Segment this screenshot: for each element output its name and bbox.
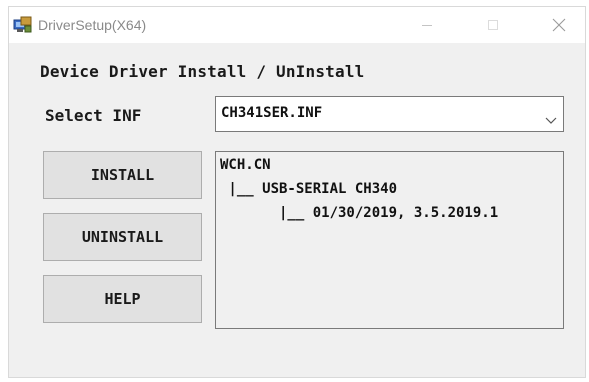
select-inf-label: Select INF: [45, 106, 142, 125]
driver-setup-window: DriverSetup(X64) Device Driver Install /…: [8, 6, 586, 378]
install-button[interactable]: INSTALL: [43, 151, 202, 199]
info-line-vendor: WCH.CN: [220, 157, 271, 173]
inf-selected-value: CH341SER.INF: [221, 105, 323, 121]
driver-setup-icon: [13, 16, 33, 34]
window-title: DriverSetup(X64): [38, 17, 147, 33]
maximize-icon: [488, 20, 498, 30]
minimize-button[interactable]: [404, 7, 450, 43]
section-heading: Device Driver Install / UnInstall: [40, 62, 365, 81]
minimize-icon: [422, 25, 432, 26]
close-button[interactable]: [536, 7, 582, 43]
maximize-button[interactable]: [470, 7, 516, 43]
inf-select-dropdown[interactable]: CH341SER.INF: [215, 96, 564, 132]
uninstall-button[interactable]: UNINSTALL: [43, 213, 202, 261]
driver-info-box: WCH.CN |__ USB-SERIAL CH340 |__ 01/30/20…: [215, 151, 564, 329]
chevron-down-icon[interactable]: [545, 110, 557, 124]
info-line-device: |__ USB-SERIAL CH340: [220, 181, 398, 197]
title-bar[interactable]: DriverSetup(X64): [9, 7, 585, 43]
close-icon: [552, 18, 566, 32]
info-line-version: |__ 01/30/2019, 3.5.2019.1: [220, 205, 499, 221]
help-button[interactable]: HELP: [43, 275, 202, 323]
